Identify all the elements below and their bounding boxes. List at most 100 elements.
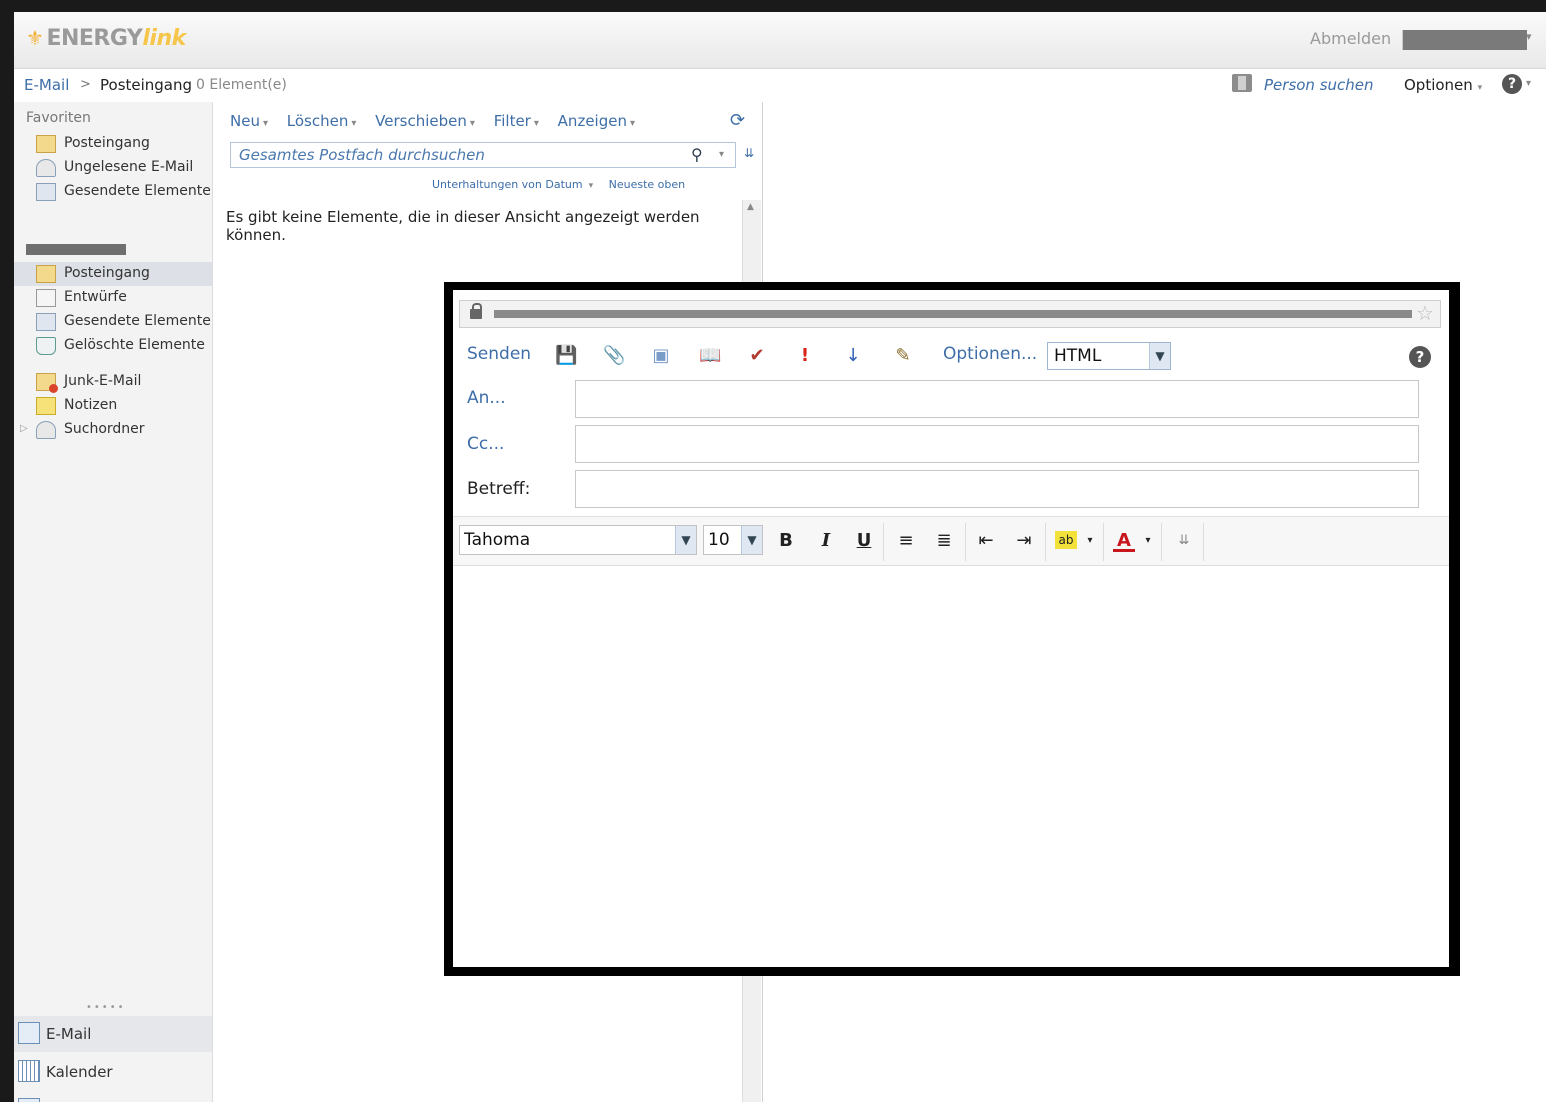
- to-button[interactable]: An...: [467, 388, 506, 408]
- options-menu[interactable]: Optionen ▾: [1404, 76, 1482, 94]
- sort-caret-icon[interactable]: ▾: [589, 181, 594, 191]
- search-icon[interactable]: ⚲: [691, 145, 703, 164]
- highlight-icon[interactable]: ab: [1055, 531, 1077, 549]
- highlight-caret-icon[interactable]: ▾: [1079, 529, 1101, 553]
- sort-bar: Unterhaltungen von Datum ▾ Neueste oben: [432, 178, 685, 191]
- font-color-caret-icon[interactable]: ▾: [1137, 529, 1159, 553]
- scroll-up-arrow-icon[interactable]: ▲: [747, 202, 754, 212]
- more-formatting-icon[interactable]: ⇊: [1173, 529, 1195, 553]
- chevron-down-icon: ▼: [741, 526, 762, 554]
- cc-field[interactable]: [575, 425, 1419, 463]
- numbered-list-icon[interactable]: ≣: [933, 529, 955, 553]
- italic-button[interactable]: I: [815, 529, 837, 553]
- inbox-icon: [36, 265, 56, 283]
- search-folder-icon: [36, 421, 56, 439]
- folder-notes[interactable]: Notizen: [14, 394, 212, 418]
- favorite-sent-items[interactable]: Gesendete Elemente: [14, 180, 212, 204]
- sort-order-button[interactable]: Neueste oben: [609, 178, 686, 191]
- to-field[interactable]: [575, 380, 1419, 418]
- formatting-toolbar: Tahoma ▼ 10 ▼ B I U ≡ ≣ ⇤ ⇥ ab ▾ A ▾ ⇊: [453, 516, 1449, 566]
- move-button[interactable]: Verschieben ▾: [375, 112, 475, 130]
- low-importance-icon[interactable]: ↓: [843, 346, 863, 366]
- subject-field[interactable]: [575, 470, 1419, 508]
- sort-by-button[interactable]: Unterhaltungen von Datum: [432, 178, 583, 191]
- view-button[interactable]: Anzeigen ▾: [558, 112, 635, 130]
- check-names-icon[interactable]: ✔: [747, 346, 767, 366]
- mail-icon: [18, 1022, 40, 1044]
- toolbar-divider: [1203, 523, 1204, 561]
- lock-icon: [470, 303, 482, 319]
- font-family-select[interactable]: Tahoma ▼: [459, 525, 697, 555]
- logo-mark-icon: ⚜: [26, 26, 44, 50]
- help-caret-icon[interactable]: ▾: [1526, 78, 1531, 89]
- folder-junk[interactable]: Junk-E-Mail: [14, 370, 212, 394]
- module-contacts[interactable]: [14, 1092, 212, 1102]
- folder-sent-items[interactable]: Gesendete Elemente: [14, 310, 212, 334]
- expand-search-icon[interactable]: ⇊: [744, 146, 754, 160]
- chevron-down-icon: ▼: [675, 526, 696, 554]
- insert-image-icon[interactable]: ▣: [651, 346, 671, 366]
- filter-button[interactable]: Filter ▾: [494, 112, 539, 130]
- bookmark-star-icon[interactable]: ☆: [1416, 301, 1434, 325]
- top-bar: ⚜ ENERGYlink Abmelden ▾: [14, 12, 1546, 69]
- breadcrumb-mail[interactable]: E-Mail: [24, 76, 69, 94]
- junk-icon: [36, 373, 58, 393]
- user-menu-caret-icon[interactable]: ▾: [1526, 30, 1532, 43]
- save-icon[interactable]: 💾: [555, 346, 577, 366]
- favorite-inbox[interactable]: Posteingang: [14, 132, 212, 156]
- attach-icon[interactable]: 📎: [603, 346, 625, 366]
- empty-list-message: Es gibt keine Elemente, die in dieser An…: [226, 208, 700, 244]
- signature-icon[interactable]: ✎: [893, 346, 913, 366]
- pane-resize-grip[interactable]: •••••: [86, 1002, 126, 1013]
- help-icon[interactable]: ?: [1502, 74, 1522, 94]
- mailbox-name-redacted[interactable]: [26, 244, 126, 255]
- breadcrumb-separator: >: [80, 77, 91, 92]
- favorites-header[interactable]: Favoriten: [26, 110, 91, 126]
- new-caret-icon: ▾: [262, 118, 268, 129]
- module-mail[interactable]: E-Mail: [14, 1016, 212, 1052]
- compose-help-icon[interactable]: ?: [1409, 346, 1431, 368]
- filter-caret-icon: ▾: [533, 118, 539, 129]
- increase-indent-icon[interactable]: ⇥: [1013, 529, 1035, 553]
- find-person-link[interactable]: Person suchen: [1264, 76, 1374, 94]
- expand-arrow-icon[interactable]: ▷: [20, 423, 28, 434]
- delete-button[interactable]: Löschen ▾: [287, 112, 357, 130]
- url-redacted: [494, 310, 1412, 318]
- inbox-icon: [36, 135, 56, 153]
- address-book-icon[interactable]: 📖: [699, 346, 721, 366]
- send-button[interactable]: Senden: [467, 344, 531, 364]
- font-color-icon[interactable]: A: [1113, 529, 1135, 552]
- item-count: 0 Element(e): [196, 77, 287, 93]
- module-calendar[interactable]: Kalender: [14, 1054, 212, 1090]
- search-input[interactable]: Gesamtes Postfach durchsuchen: [239, 146, 485, 164]
- drafts-icon: [36, 289, 56, 307]
- folder-drafts[interactable]: Entwürfe: [14, 286, 212, 310]
- bold-button[interactable]: B: [775, 529, 797, 553]
- message-format-select[interactable]: HTML ▼: [1047, 342, 1171, 370]
- font-size-select[interactable]: 10 ▼: [703, 525, 763, 555]
- cc-button[interactable]: Cc...: [467, 434, 504, 454]
- refresh-icon[interactable]: ⟳: [730, 110, 745, 131]
- subject-label: Betreff:: [467, 479, 531, 499]
- contacts-icon: [18, 1098, 40, 1102]
- toolbar-divider: [1161, 523, 1162, 561]
- new-button[interactable]: Neu ▾: [230, 112, 268, 130]
- search-scope-caret-icon[interactable]: ▾: [719, 149, 724, 160]
- mailbox-search[interactable]: Gesamtes Postfach durchsuchen ⚲ ▾: [230, 142, 736, 168]
- folder-inbox[interactable]: Posteingang: [14, 262, 212, 286]
- browser-address-bar[interactable]: ☆: [459, 300, 1441, 328]
- folder-deleted-items[interactable]: Gelöschte Elemente: [14, 334, 212, 358]
- favorite-unread-mail[interactable]: Ungelesene E-Mail: [14, 156, 212, 180]
- logout-link[interactable]: Abmelden: [1310, 29, 1391, 48]
- compose-options-button[interactable]: Optionen...: [943, 344, 1037, 364]
- user-name-redacted[interactable]: [1402, 30, 1527, 50]
- bulleted-list-icon[interactable]: ≡: [895, 529, 917, 553]
- decrease-indent-icon[interactable]: ⇤: [975, 529, 997, 553]
- message-body-editor[interactable]: [453, 566, 1449, 966]
- toolbar-divider: [1045, 523, 1046, 561]
- address-book-icon[interactable]: [1232, 74, 1252, 92]
- high-importance-icon[interactable]: !: [795, 346, 815, 366]
- folder-search-folders[interactable]: ▷ Suchordner: [14, 418, 212, 442]
- toolbar-divider: [883, 523, 884, 561]
- underline-button[interactable]: U: [853, 529, 875, 553]
